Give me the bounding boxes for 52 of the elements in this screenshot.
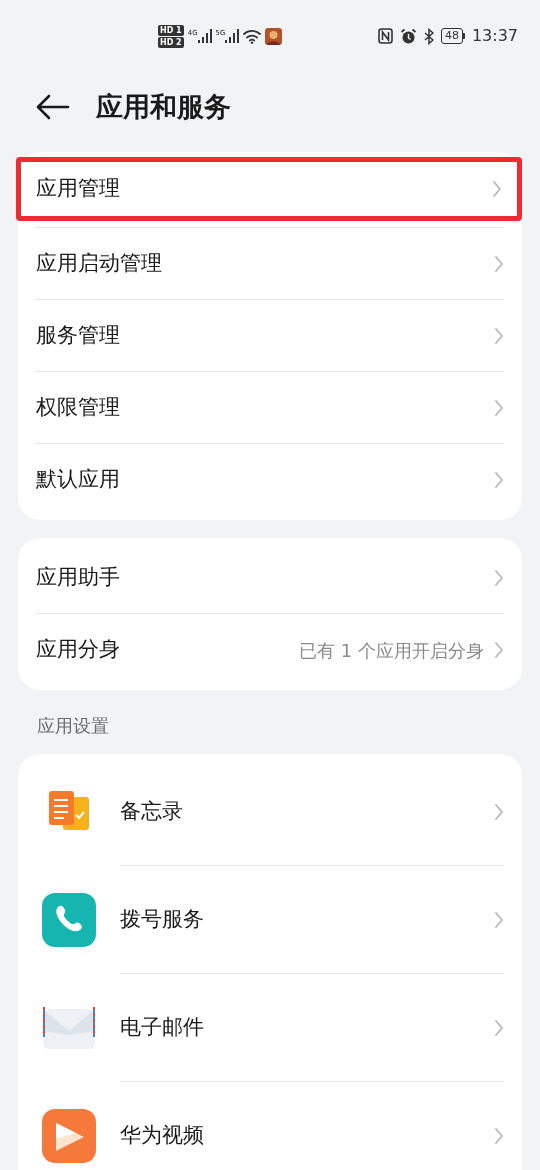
item-value: 已有 1 个应用开启分身 (299, 638, 484, 663)
chevron-icon (494, 641, 504, 659)
chevron-icon (494, 1127, 504, 1145)
sim-label: HD 1 (158, 24, 184, 36)
nfc-icon (377, 28, 393, 44)
settings-item[interactable]: 默认应用 (36, 444, 504, 516)
notes-app-icon (47, 791, 91, 833)
app-notification-icon (265, 27, 283, 45)
chevron-icon (494, 910, 504, 929)
alarm-icon (399, 27, 417, 45)
bluetooth-icon (423, 27, 434, 45)
settings-item[interactable]: 权限管理 (36, 372, 504, 443)
chevron-icon (494, 802, 504, 821)
chevron-icon (494, 568, 504, 587)
back-icon[interactable] (36, 94, 70, 120)
video-app-icon (42, 1109, 96, 1163)
settings-item[interactable]: 服务管理 (36, 300, 504, 371)
wifi-icon (243, 28, 262, 44)
chevron-icon (494, 398, 504, 417)
item-label: 默认应用 (36, 466, 121, 494)
item-label: 应用管理 (36, 174, 121, 202)
chevron-icon (492, 179, 502, 198)
clock: 13:37 (471, 25, 518, 47)
phone-app-icon (42, 893, 96, 947)
signal-icon (197, 29, 212, 43)
sim-label: HD 2 (158, 36, 184, 48)
item-label: 服务管理 (36, 321, 121, 349)
chevron-icon (494, 1018, 504, 1037)
mail-app-icon (41, 1005, 97, 1051)
item-label: 应用分身 (36, 636, 121, 664)
chevron-icon (494, 326, 504, 345)
settings-item[interactable]: 应用管理 (16, 156, 522, 221)
item-label: 应用助手 (36, 563, 121, 591)
section-heading: 应用设置 (36, 714, 110, 738)
settings-item[interactable]: 应用助手 (36, 542, 504, 613)
item-label: 备忘录 (120, 797, 184, 825)
app-item[interactable]: 拨号服务 (18, 866, 522, 974)
item-label: 电子邮件 (120, 1013, 205, 1041)
app-item[interactable]: 华为视频 (18, 1082, 522, 1170)
page-title: 应用和服务 (96, 89, 231, 124)
item-label: 拨号服务 (120, 905, 205, 933)
signal-icon (225, 29, 240, 43)
item-label: 权限管理 (36, 393, 121, 421)
settings-item[interactable]: 应用启动管理 (36, 228, 504, 299)
chevron-icon (494, 471, 504, 489)
app-item[interactable]: 电子邮件 (18, 974, 522, 1082)
item-label: 应用启动管理 (36, 249, 163, 277)
chevron-icon (494, 254, 504, 273)
settings-item[interactable]: 应用分身 已有 1 个应用开启分身 (36, 614, 504, 686)
battery-level: 48 (440, 28, 463, 44)
item-label: 华为视频 (120, 1122, 205, 1150)
app-item[interactable]: 备忘录 (18, 758, 522, 866)
